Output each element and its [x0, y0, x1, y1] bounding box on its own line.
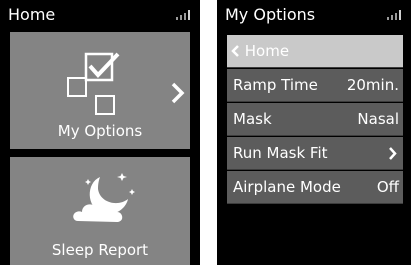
status-bar: My Options — [217, 0, 411, 30]
screen-title: Home — [8, 5, 56, 24]
menu-item-label: Airplane Mode — [233, 178, 341, 196]
menu-item-value: Nasal — [357, 110, 399, 128]
home-back-button[interactable]: Home — [227, 35, 403, 68]
menu-item-run-mask-fit[interactable]: Run Mask Fit — [227, 137, 403, 170]
my-options-tile[interactable]: My Options — [10, 32, 190, 149]
sleep-report-tile[interactable]: Sleep Report — [10, 157, 190, 265]
tile-label: My Options — [57, 122, 143, 140]
signal-icon — [387, 10, 401, 20]
menu-item-value: Off — [376, 178, 399, 196]
chevron-right-icon — [171, 82, 185, 104]
menu-item-mask[interactable]: Mask Nasal — [227, 103, 403, 136]
menu-item-label: Mask — [233, 110, 272, 128]
checklist-icon — [67, 52, 120, 115]
menu-item-value: 20min. — [346, 76, 399, 94]
home-label-text: Home — [244, 42, 290, 60]
menu-item-airplane-mode[interactable]: Airplane Mode Off — [227, 171, 403, 204]
my-options-screen: My Options Home Ramp Time 20min. Mask Na… — [217, 0, 411, 265]
signal-icon — [176, 10, 190, 20]
tile-label: Sleep Report — [51, 241, 149, 259]
menu-item-label: Ramp Time — [233, 76, 318, 94]
home-screen: Home My Options Sleep Report — [0, 0, 200, 265]
home-label: Home — [231, 35, 289, 68]
menu-item-ramp-time[interactable]: Ramp Time 20min. — [227, 69, 403, 102]
chevron-right-icon — [389, 147, 397, 160]
moon-cloud-icon — [73, 173, 135, 222]
chevron-left-icon — [231, 45, 239, 57]
menu-item-label: Run Mask Fit — [233, 144, 328, 162]
status-bar: Home — [0, 0, 200, 30]
screen-title: My Options — [225, 5, 316, 24]
